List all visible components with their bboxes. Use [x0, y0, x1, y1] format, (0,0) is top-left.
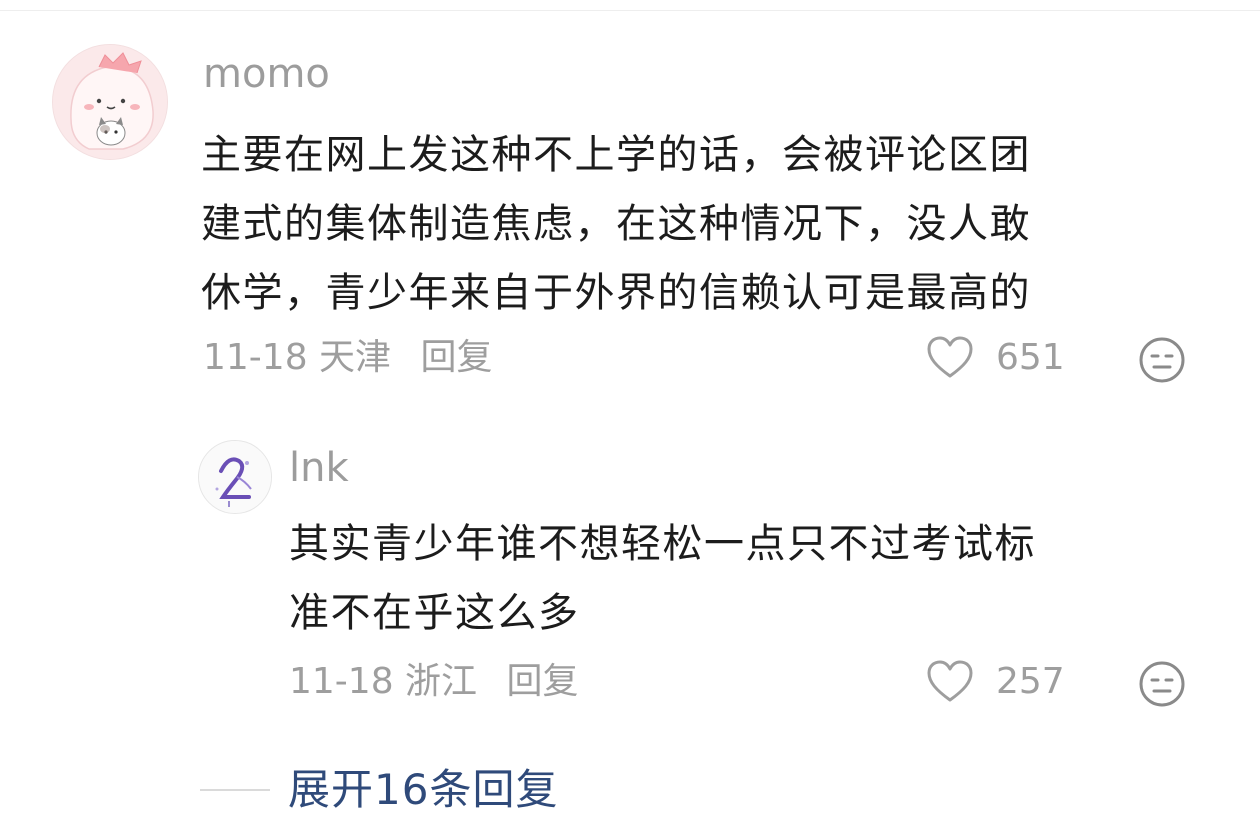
comment-text-line: 休学，青少年来自于外界的信赖认可是最高的 — [201, 270, 1031, 316]
avatar-illustration — [199, 441, 271, 513]
comment-text: 其实青少年谁不想轻松一点只不过考试标 准不在乎这么多 — [289, 510, 1189, 648]
comments-page: momo 主要在网上发这种不上学的话，会被评论区团 建式的集体制造焦虑，在这种情… — [0, 0, 1260, 838]
comment-text-line: 其实青少年谁不想轻松一点只不过考试标 — [289, 521, 1036, 567]
expand-divider — [200, 789, 270, 791]
expand-replies-button[interactable]: 展开16条回复 — [288, 764, 558, 816]
like-count: 651 — [996, 337, 1065, 378]
comment-text-line: 主要在网上发这种不上学的话，会被评论区团 — [201, 132, 1031, 178]
avatar-illustration — [53, 45, 167, 159]
comment-text-line: 准不在乎这么多 — [289, 590, 580, 636]
reply-button[interactable]: 回复 — [421, 337, 493, 378]
heart-outline-icon — [927, 660, 973, 702]
comment-meta: 11-18 天津 回复 — [203, 336, 493, 380]
date-location: 11-18 天津 — [203, 337, 392, 378]
comment-text: 主要在网上发这种不上学的话，会被评论区团 建式的集体制造焦虑，在这种情况下，没人… — [201, 121, 1201, 328]
reply-button[interactable]: 回复 — [507, 661, 579, 702]
comment-meta: 11-18 浙江 回复 — [289, 660, 579, 704]
date-location: 11-18 浙江 — [289, 661, 478, 702]
neutral-face-icon[interactable] — [1138, 660, 1186, 708]
username[interactable]: lnk — [289, 444, 349, 492]
username[interactable]: momo — [203, 50, 330, 98]
comment-text-line: 建式的集体制造焦虑，在这种情况下，没人敢 — [201, 201, 1031, 247]
avatar-lnk[interactable] — [198, 440, 272, 514]
like-button[interactable]: 651 — [926, 336, 1065, 380]
neutral-face-icon[interactable] — [1138, 336, 1186, 384]
like-count: 257 — [996, 661, 1065, 702]
like-button[interactable]: 257 — [926, 660, 1065, 704]
heart-outline-icon — [927, 336, 973, 378]
top-divider — [0, 0, 1260, 11]
avatar-momo[interactable] — [52, 44, 168, 160]
